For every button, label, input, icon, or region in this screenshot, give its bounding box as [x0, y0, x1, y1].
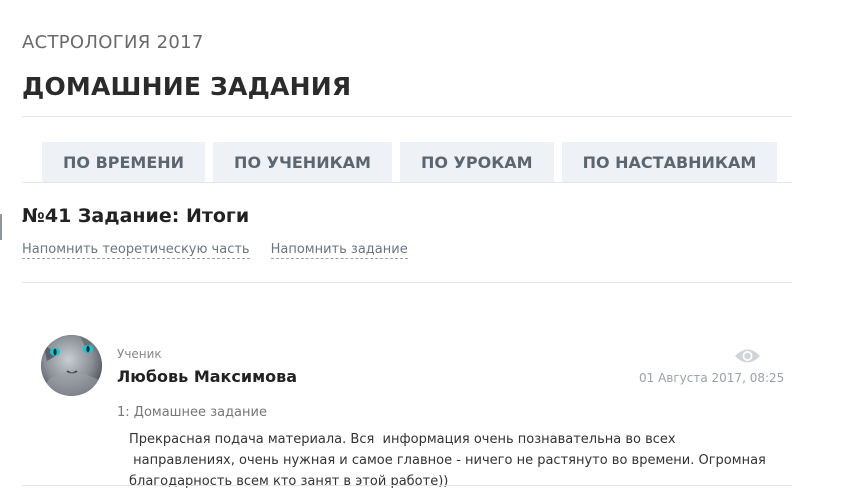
scroll-marker — [0, 214, 2, 240]
cat-avatar-icon — [41, 335, 102, 396]
remind-theory-link[interactable]: Напомнить теоретическую часть — [22, 242, 250, 259]
divider — [22, 182, 792, 183]
task-title: №41 Задание: Итоги — [22, 205, 250, 227]
tab-by-students[interactable]: ПО УЧЕНИКАМ — [213, 142, 392, 183]
tab-by-mentors[interactable]: ПО НАСТАВНИКАМ — [561, 142, 778, 183]
student-role: Ученик — [117, 347, 162, 361]
submission-date: 01 Августа 2017, 08:25 — [639, 371, 785, 385]
page-title: ДОМАШНИЕ ЗАДАНИЯ — [22, 72, 352, 101]
divider — [22, 485, 792, 486]
eye-icon[interactable] — [734, 347, 761, 365]
tab-bar: ПО ВРЕМЕНИ ПО УЧЕНИКАМ ПО УРОКАМ ПО НАСТ… — [42, 142, 778, 183]
task-links: Напомнить теоретическую часть Напомнить … — [22, 242, 408, 259]
tab-by-time[interactable]: ПО ВРЕМЕНИ — [42, 142, 206, 183]
divider — [22, 282, 792, 283]
student-name[interactable]: Любовь Максимова — [117, 367, 297, 386]
homework-label: 1: Домашнее задание — [117, 405, 267, 420]
tab-by-lessons[interactable]: ПО УРОКАМ — [399, 142, 554, 183]
course-title: АСТРОЛОГИЯ 2017 — [22, 32, 204, 53]
remind-task-link[interactable]: Напомнить задание — [270, 242, 408, 259]
answer-text: Прекрасная подача материала. Вся информа… — [129, 432, 766, 489]
divider — [22, 116, 792, 117]
